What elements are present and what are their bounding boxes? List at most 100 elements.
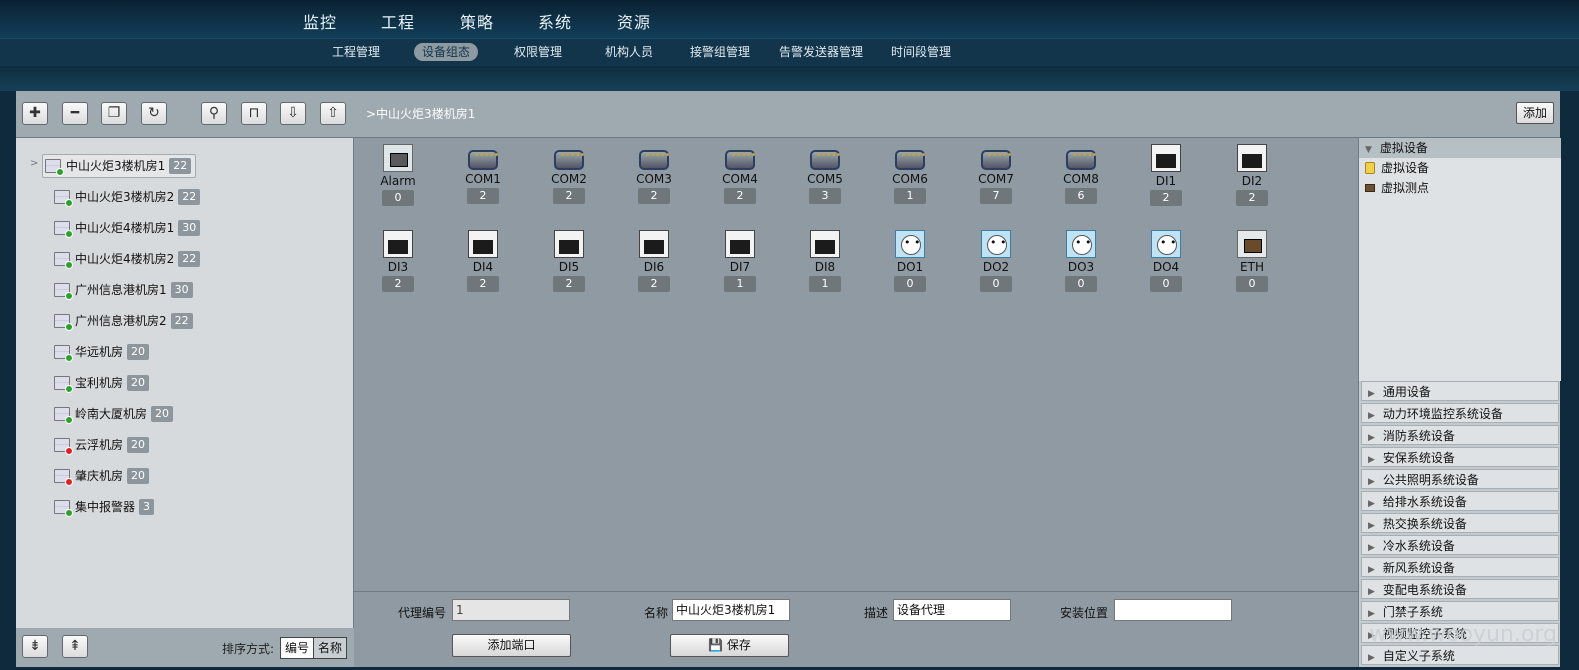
refresh-icon[interactable]: ↻ xyxy=(141,102,167,125)
chevron-right-icon: ▶ xyxy=(1368,455,1375,465)
port-item[interactable]: COM53 xyxy=(800,144,850,204)
tree-node[interactable]: 宝利机房 20 xyxy=(52,371,150,395)
virtual-device-icon xyxy=(1365,162,1375,174)
tree-node[interactable]: 肇庆机房 20 xyxy=(52,464,150,488)
sort-desc-icon[interactable]: ⇞ xyxy=(62,635,88,658)
digital-input-icon xyxy=(1151,144,1181,172)
copy-icon[interactable]: ❐ xyxy=(101,102,127,125)
location-label: 安装位置 xyxy=(1060,606,1109,620)
virtual-point-item[interactable]: 虚拟测点 xyxy=(1359,178,1561,198)
port-item[interactable]: DI6 2 xyxy=(629,230,679,292)
watermark: www.wooyun.org xyxy=(1369,622,1557,647)
category-item[interactable]: ▶ 冷水系统设备 xyxy=(1361,535,1559,555)
tree-node[interactable]: 中山火炬3楼机房1 22 xyxy=(42,154,197,178)
tree-node[interactable]: 华远机房 20 xyxy=(52,340,150,364)
port-item[interactable]: DI5 2 xyxy=(544,230,594,292)
port-item[interactable]: ETH 0 xyxy=(1227,230,1277,292)
port-item[interactable]: DI1 2 xyxy=(1141,144,1191,206)
category-item[interactable]: ▶ 变配电系统设备 xyxy=(1361,579,1559,599)
category-item[interactable]: ▶ 给排水系统设备 xyxy=(1361,491,1559,511)
sort-by-name-button[interactable]: 名称 xyxy=(313,637,348,659)
port-item[interactable]: Alarm 0 xyxy=(373,144,423,206)
server-icon xyxy=(54,252,73,269)
category-item[interactable]: ▶ 公共照明系统设备 xyxy=(1361,469,1559,489)
subnav-permission[interactable]: 权限管理 xyxy=(506,43,570,61)
category-item[interactable]: ▶ 热交换系统设备 xyxy=(1361,513,1559,533)
category-item[interactable]: ▶ 门禁子系统 xyxy=(1361,601,1559,621)
port-item[interactable]: DI8 1 xyxy=(800,230,850,292)
export-icon[interactable]: ⇧ xyxy=(320,102,346,125)
port-item[interactable]: DO10 xyxy=(885,230,935,292)
import-icon[interactable]: ⇩ xyxy=(280,102,306,125)
port-item[interactable]: COM42 xyxy=(715,144,765,204)
workspace: ✚ ━ ❐ ↻ ⚲ ⊓ ⇩ ⇧ > 中山火炬3楼机房1 22 中山火炬3楼机房2 2… xyxy=(16,91,1561,667)
subnav-device-config[interactable]: 设备组态 xyxy=(414,43,479,61)
subnav-time-period[interactable]: 时间段管理 xyxy=(883,43,959,61)
remove-icon[interactable]: ━ xyxy=(62,102,88,125)
chevron-right-icon: ▶ xyxy=(1368,609,1375,619)
add-button[interactable]: 添加 xyxy=(1516,102,1554,124)
sort-asc-icon[interactable]: ⇟ xyxy=(22,635,48,658)
desc-field[interactable]: 设备代理 xyxy=(893,599,1011,621)
desc-label: 描述 xyxy=(864,606,889,620)
virtual-device-header[interactable]: ▼ 虚拟设备 xyxy=(1359,138,1561,158)
port-item[interactable]: DO40 xyxy=(1141,230,1191,292)
port-item[interactable]: COM61 xyxy=(885,144,935,204)
tree-node[interactable]: 广州信息港机房2 22 xyxy=(52,309,193,333)
add-port-button[interactable]: 添加端口 xyxy=(452,634,571,657)
category-item[interactable]: ▶ 新风系统设备 xyxy=(1361,557,1559,577)
add-icon[interactable]: ✚ xyxy=(22,102,48,125)
port-item[interactable]: DI4 2 xyxy=(458,230,508,292)
chevron-right-icon: ▶ xyxy=(1368,499,1375,509)
nav-project[interactable]: 工程 xyxy=(381,9,415,33)
category-item[interactable]: ▶ 自定义子系统 xyxy=(1361,645,1559,665)
sort-by-code-button[interactable]: 编号 xyxy=(280,637,315,659)
chevron-right-icon: ▶ xyxy=(1368,587,1375,597)
search-icon[interactable]: ⚲ xyxy=(201,102,227,125)
location-field[interactable] xyxy=(1114,599,1232,621)
save-button[interactable]: 💾 保存 xyxy=(670,634,789,657)
port-item[interactable]: DO30 xyxy=(1056,230,1106,292)
subnav-alarm-sender[interactable]: 告警发送器管理 xyxy=(771,43,871,61)
chevron-right-icon: ▶ xyxy=(1368,565,1375,575)
port-item[interactable]: DI7 1 xyxy=(715,230,765,292)
port-item[interactable]: DI3 2 xyxy=(373,230,423,292)
chevron-right-icon: ▶ xyxy=(1368,433,1375,443)
tree-node[interactable]: 岭南大厦机房 20 xyxy=(52,402,174,426)
port-item[interactable]: COM32 xyxy=(629,144,679,204)
chevron-right-icon: ▶ xyxy=(1368,653,1375,663)
tree-node[interactable]: 云浮机房 20 xyxy=(52,433,150,457)
name-field[interactable]: 中山火炬3楼机房1 xyxy=(672,599,790,621)
expand-arrow-icon[interactable]: > xyxy=(30,158,38,169)
category-item[interactable]: ▶ 动力环境监控系统设备 xyxy=(1361,403,1559,423)
digital-output-icon xyxy=(1066,230,1096,258)
category-item[interactable]: ▶ 通用设备 xyxy=(1361,381,1559,401)
virtual-point-icon xyxy=(1365,184,1375,192)
agent-id-field[interactable]: 1 xyxy=(452,599,570,621)
subnav-org-staff[interactable]: 机构人员 xyxy=(597,43,661,61)
tree-node[interactable]: 集中报警器 3 xyxy=(52,495,155,519)
digital-input-icon xyxy=(639,230,669,258)
port-item[interactable]: COM77 xyxy=(971,144,1021,204)
digital-input-icon xyxy=(383,230,413,258)
network-icon[interactable]: ⊓ xyxy=(241,102,267,125)
port-item[interactable]: DI2 2 xyxy=(1227,144,1277,206)
port-item[interactable]: COM12 xyxy=(458,144,508,204)
tree-node[interactable]: 中山火炬3楼机房2 22 xyxy=(52,185,201,209)
tree-node[interactable]: 广州信息港机房1 30 xyxy=(52,278,193,302)
nav-resource[interactable]: 资源 xyxy=(617,9,651,33)
serial-port-icon xyxy=(810,150,841,170)
nav-strategy[interactable]: 策略 xyxy=(460,9,494,33)
category-item[interactable]: ▶ 消防系统设备 xyxy=(1361,425,1559,445)
port-item[interactable]: COM22 xyxy=(544,144,594,204)
subnav-project-mgmt[interactable]: 工程管理 xyxy=(324,43,388,61)
port-item[interactable]: COM86 xyxy=(1056,144,1106,204)
subnav-alarm-group[interactable]: 接警组管理 xyxy=(682,43,758,61)
port-item[interactable]: DO20 xyxy=(971,230,1021,292)
tree-node[interactable]: 中山火炬4楼机房1 30 xyxy=(52,216,201,240)
virtual-device-item[interactable]: 虚拟设备 xyxy=(1359,158,1561,178)
category-item[interactable]: ▶ 安保系统设备 xyxy=(1361,447,1559,467)
tree-node[interactable]: 中山火炬4楼机房2 22 xyxy=(52,247,201,271)
nav-system[interactable]: 系统 xyxy=(538,9,572,33)
nav-monitor[interactable]: 监控 xyxy=(303,9,337,33)
